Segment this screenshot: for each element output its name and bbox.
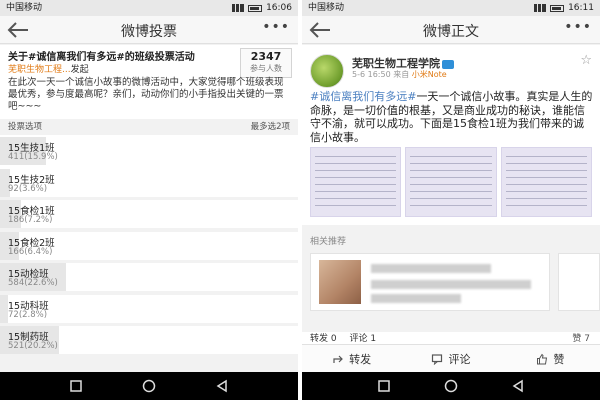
system-back-button[interactable] xyxy=(214,378,230,394)
repost-label: 转发 xyxy=(349,352,372,366)
poll-description: 在此次一天一个诚信小故事的微博活动中，大家觉得哪个班级表现最优秀，参与度最高呢？… xyxy=(8,77,284,112)
status-bar: 中国移动 16:11 xyxy=(302,0,600,16)
option-stat: 521(20.2%) xyxy=(8,341,58,351)
recents-button[interactable] xyxy=(376,378,392,394)
clock-label: 16:06 xyxy=(266,3,292,13)
post-app[interactable]: 小米Note xyxy=(412,70,447,79)
system-back-button[interactable] xyxy=(510,378,526,394)
verified-badge-icon xyxy=(442,59,454,69)
options-label: 投票选项 xyxy=(8,122,43,132)
option-stat: 411(15.9%) xyxy=(8,152,58,162)
like-count[interactable]: 赞 7 xyxy=(572,332,590,344)
carrier-label: 中国移动 xyxy=(308,3,345,13)
post-hashtag[interactable]: #诚信离我们有多远# xyxy=(310,90,416,103)
participants-label: 参与人数 xyxy=(250,64,282,73)
home-button[interactable] xyxy=(141,378,157,394)
poll-option[interactable]: 15动科班 72(2.8%) xyxy=(0,294,298,323)
signal-icon xyxy=(534,4,547,12)
title-bar: 微博正文 ••• xyxy=(302,16,600,44)
circle-icon xyxy=(444,379,458,393)
option-stat: 166(6.4%) xyxy=(8,246,53,257)
star-icon[interactable]: ☆ xyxy=(580,53,592,68)
square-icon xyxy=(378,380,390,392)
poll-option[interactable]: 15生技2班 92(3.6%) xyxy=(0,168,298,197)
page-title: 微博正文 xyxy=(423,24,479,40)
comment-icon xyxy=(432,353,443,365)
poll-option[interactable]: 15食检2班 166(6.4%) xyxy=(0,231,298,260)
screenshot-stage: 中国移动 16:06 微博投票 ••• 关于#诚信离我们有多远#的班级投票活动 … xyxy=(0,0,600,400)
circle-icon xyxy=(142,379,156,393)
max-choices-label: 最多选2项 xyxy=(250,122,290,132)
related-image xyxy=(319,260,361,304)
post-text: #诚信离我们有多远#一天一个诚信小故事。真实是人生的命脉，是一切价值的根基，又是… xyxy=(310,90,594,144)
repost-icon xyxy=(333,355,344,363)
battery-icon xyxy=(550,4,565,12)
post-meta: 5-6 16:50 来自 小米Note xyxy=(352,69,447,80)
poll-option[interactable]: 15生技1班 411(15.9%) xyxy=(0,137,298,165)
poll-org-link[interactable]: 芜职生物工程... xyxy=(8,65,71,75)
options-header: 投票选项 最多选2项 xyxy=(0,119,298,135)
comment-button[interactable]: 评论 xyxy=(401,345,500,372)
signal-icon xyxy=(232,4,245,12)
system-nav-bar xyxy=(302,372,600,400)
action-bar: 转发 评论 赞 xyxy=(302,344,600,372)
more-menu-button[interactable]: ••• xyxy=(564,19,592,35)
title-bar: 微博投票 ••• xyxy=(0,16,298,44)
participants-box: 2347 参与人数 xyxy=(240,48,292,78)
option-stat: 186(7.2%) xyxy=(8,215,53,225)
poll-title: 关于#诚信离我们有多远#的班级投票活动 xyxy=(8,52,195,63)
related-card[interactable] xyxy=(558,253,600,311)
recents-button[interactable] xyxy=(68,378,84,394)
page-title: 微博投票 xyxy=(121,24,177,40)
post-card: 芜职生物工程学院 5-6 16:50 来自 小米Note ☆ #诚信离我们有多远… xyxy=(302,45,600,225)
post-image[interactable] xyxy=(310,147,402,217)
option-stat: 92(3.6%) xyxy=(8,183,48,194)
post-image[interactable] xyxy=(500,147,592,217)
poll-option[interactable]: 15制药班 521(20.2%) xyxy=(0,326,298,354)
poll-source: 芜职生物工程...发起 xyxy=(8,62,89,75)
poll-posted-suffix: 发起 xyxy=(70,65,89,75)
poll-options: 15生技1班 411(15.9%) 15生技2班 92(3.6%) 15食检1班… xyxy=(0,137,298,358)
post-stats: 转发 0 评论 1 赞 7 xyxy=(302,332,600,344)
poll-screen: 中国移动 16:06 微博投票 ••• 关于#诚信离我们有多远#的班级投票活动 … xyxy=(0,0,298,400)
post-image[interactable] xyxy=(405,147,497,217)
like-label: 赞 xyxy=(553,352,565,366)
participants-count: 2347 xyxy=(250,50,282,63)
status-bar: 中国移动 16:06 xyxy=(0,0,298,16)
option-stat: 72(2.8%) xyxy=(8,309,48,320)
repost-count[interactable]: 转发 0 xyxy=(310,334,337,344)
related-label: 相关推荐 xyxy=(310,237,347,247)
option-stat: 584(22.6%) xyxy=(8,278,58,288)
more-menu-button[interactable]: ••• xyxy=(262,19,290,35)
thumbs-up-icon xyxy=(537,353,548,364)
post-date: 5-6 16:50 xyxy=(352,70,391,79)
repost-button[interactable]: 转发 xyxy=(302,345,401,372)
battery-icon xyxy=(248,4,263,12)
triangle-back-icon xyxy=(512,379,523,393)
post-from-label: 来自 xyxy=(393,70,410,79)
triangle-back-icon xyxy=(216,379,227,393)
system-nav-bar xyxy=(0,372,298,400)
post-images xyxy=(310,147,592,217)
like-button[interactable]: 赞 xyxy=(501,345,600,372)
poll-option[interactable]: 15动检班 584(22.6%) xyxy=(0,263,298,291)
comment-count[interactable]: 评论 1 xyxy=(349,334,376,344)
option-progress-fill xyxy=(0,294,9,323)
comment-label: 评论 xyxy=(448,352,471,366)
related-card[interactable] xyxy=(310,253,550,311)
post-screen: 中国移动 16:11 微博正文 ••• 芜职生物工程学院 5-6 16:50 来… xyxy=(302,0,600,400)
carrier-label: 中国移动 xyxy=(6,3,43,13)
square-icon xyxy=(70,380,82,392)
home-button[interactable] xyxy=(443,378,459,394)
poll-option[interactable]: 15食检1班 186(7.2%) xyxy=(0,200,298,228)
clock-label: 16:11 xyxy=(568,3,594,13)
author-avatar[interactable] xyxy=(310,54,344,88)
